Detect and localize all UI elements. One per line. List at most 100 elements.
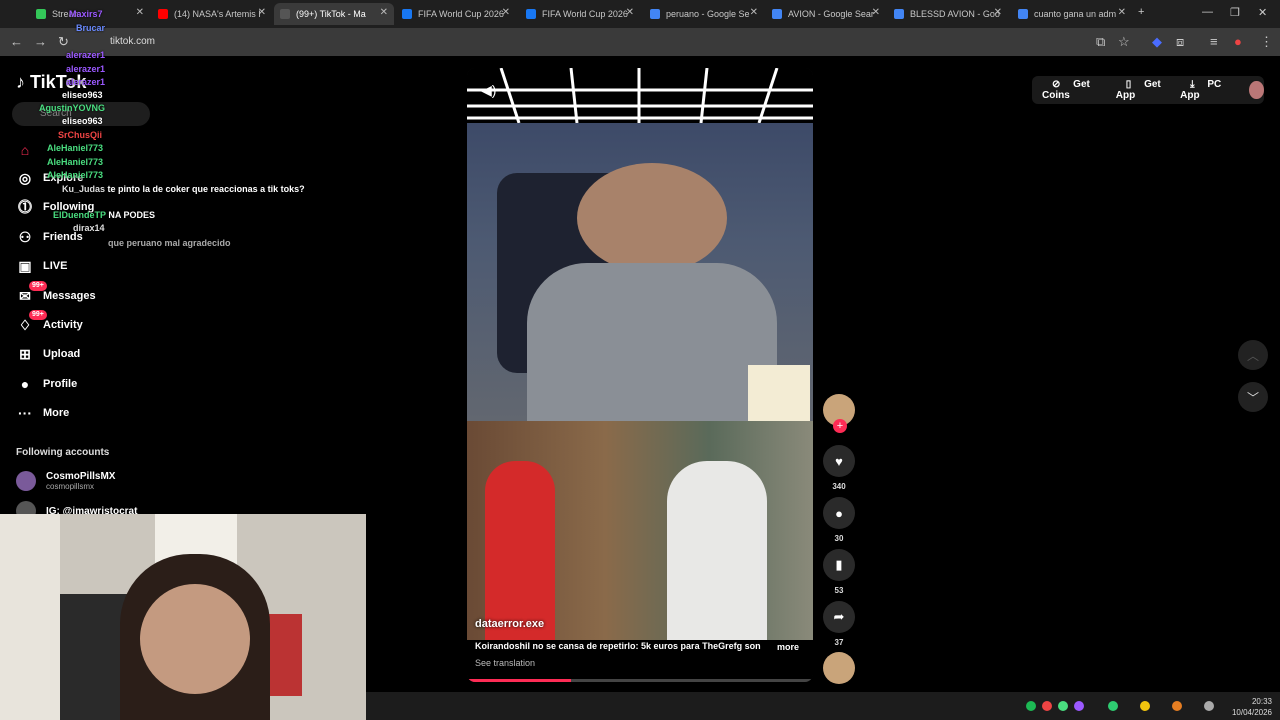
chat-username: AgustinYOVNG bbox=[39, 103, 106, 113]
sidebar-item-upload[interactable]: ⊞ Upload bbox=[16, 345, 80, 363]
reload-icon[interactable]: ↻ bbox=[58, 34, 69, 50]
top-right-actions: ⊘ Get Coins ▯ Get App ⤓ PC App bbox=[1032, 76, 1264, 104]
chat-line: AleHaniel773 bbox=[47, 157, 103, 167]
browser-tab[interactable]: FIFA World Cup 2026 ✕ bbox=[396, 3, 516, 25]
sidebar-item-for-you[interactable]: ⌂ bbox=[16, 141, 43, 159]
tray-app-icon[interactable] bbox=[1074, 701, 1084, 711]
close-icon[interactable]: ✕ bbox=[750, 7, 758, 18]
close-icon[interactable]: ✕ bbox=[872, 7, 880, 18]
tab-favicon bbox=[894, 9, 904, 19]
chat-line: eliseo963 bbox=[62, 90, 103, 100]
like-button[interactable]: ♥ 340 bbox=[823, 445, 855, 491]
install-icon[interactable]: ⧉ bbox=[1096, 34, 1105, 50]
menu-icon[interactable]: ⋮ bbox=[1260, 34, 1273, 50]
avatar[interactable]: ● bbox=[1234, 34, 1242, 49]
following-icon: ⓵ bbox=[18, 199, 32, 215]
follow-plus-icon[interactable]: + bbox=[833, 419, 847, 433]
close-icon[interactable]: ✕ bbox=[258, 7, 266, 18]
avatar-sticker bbox=[748, 365, 810, 421]
close-icon[interactable]: ✕ bbox=[136, 7, 144, 18]
system-clock[interactable]: 20:33 10/04/2026 bbox=[1232, 696, 1272, 718]
tray-app-icon[interactable] bbox=[1042, 701, 1052, 711]
tab-favicon bbox=[158, 9, 168, 19]
comment-button[interactable]: ● 30 bbox=[823, 497, 855, 543]
new-tab-icon[interactable]: + bbox=[1138, 6, 1144, 18]
sidebar-item-messages[interactable]: ✉ 99+ Messages bbox=[16, 281, 96, 305]
get-coins-button[interactable]: ⊘ Get Coins bbox=[1042, 79, 1106, 101]
pc-app-button[interactable]: ⤓ PC App bbox=[1180, 79, 1231, 101]
sidebar-item-more[interactable]: ··· More bbox=[16, 404, 69, 422]
music-disc[interactable] bbox=[823, 652, 855, 684]
chat-username: alerazer1 bbox=[66, 77, 106, 87]
get-app-button[interactable]: ▯ Get App bbox=[1116, 79, 1170, 101]
browser-tab[interactable]: FIFA World Cup 2026 ✕ bbox=[520, 3, 640, 25]
close-window-icon[interactable]: ✕ bbox=[1258, 6, 1267, 19]
tray-app-icon[interactable] bbox=[1140, 701, 1150, 711]
person-shirt bbox=[527, 263, 777, 423]
next-video-button[interactable]: ﹀ bbox=[1238, 382, 1268, 412]
close-icon[interactable]: ✕ bbox=[502, 7, 510, 18]
tab-title: AVION - Google Sear bbox=[788, 9, 874, 19]
caption-more-link[interactable]: more bbox=[777, 642, 799, 652]
tray-app-icon[interactable] bbox=[1172, 701, 1182, 711]
notification-badge: 99+ bbox=[29, 310, 47, 320]
heart-icon: ♥ bbox=[823, 445, 855, 477]
chat-line: ElDuendeTP NA PODES bbox=[53, 210, 155, 220]
extensions-icon[interactable]: ⧈ bbox=[1176, 34, 1184, 50]
sidebar-item-live[interactable]: ▣ LIVE bbox=[16, 257, 67, 275]
like-count: 340 bbox=[832, 482, 846, 491]
chat-line: que peruano mal agradecido bbox=[108, 238, 231, 248]
video-progress-bar[interactable] bbox=[467, 679, 813, 682]
sidebar-item-profile[interactable]: ● Profile bbox=[16, 375, 77, 393]
url-field[interactable]: tiktok.com bbox=[86, 33, 1076, 51]
back-icon[interactable]: ← bbox=[10, 34, 23, 49]
previous-video-button[interactable]: ︿ bbox=[1238, 340, 1268, 370]
browser-tab[interactable]: BLESSD AVION - Goo ✕ bbox=[888, 3, 1008, 25]
close-icon[interactable]: ✕ bbox=[1118, 7, 1126, 18]
share-button[interactable]: ➦ 37 bbox=[823, 601, 855, 647]
tab-title: BLESSD AVION - Goo bbox=[910, 9, 1000, 19]
more-icon: ··· bbox=[18, 405, 32, 421]
media-icon[interactable]: ≡ bbox=[1210, 34, 1218, 49]
person-face bbox=[577, 163, 727, 273]
chevron-down-icon: ﹀ bbox=[1246, 390, 1259, 405]
avatar[interactable] bbox=[1249, 81, 1264, 99]
chat-username: AleHaniel773 bbox=[47, 143, 104, 153]
browser-tab-active[interactable]: (99+) TikTok - Ma ✕ bbox=[274, 3, 394, 25]
video-caption: Koirandoshil no se cansa de repetirlo: 5… bbox=[475, 641, 761, 651]
close-icon[interactable]: ✕ bbox=[626, 7, 634, 18]
close-icon[interactable]: ✕ bbox=[994, 7, 1002, 18]
video-player[interactable]: ◀) ··· dataerror.exe Koirandoshil no se … bbox=[467, 68, 813, 682]
chat-message: NA PODES bbox=[108, 210, 156, 220]
compass-icon: ◎ bbox=[18, 169, 32, 186]
clock-time: 20:33 bbox=[1251, 697, 1272, 706]
tab-favicon bbox=[36, 9, 46, 19]
browser-tab[interactable]: peruano - Google Se ✕ bbox=[644, 3, 764, 25]
more-options-icon[interactable]: ··· bbox=[783, 80, 797, 96]
forward-icon[interactable]: → bbox=[34, 34, 47, 49]
maximize-icon[interactable]: ❐ bbox=[1230, 6, 1240, 19]
sidebar-item-label: Messages bbox=[43, 290, 96, 302]
sidebar-item-activity[interactable]: ♢ 99+ Activity bbox=[16, 310, 83, 334]
see-translation-link[interactable]: See translation bbox=[475, 658, 535, 668]
video-author[interactable]: dataerror.exe bbox=[475, 618, 544, 630]
tab-title: FIFA World Cup 2026 bbox=[542, 9, 628, 19]
volume-icon[interactable]: ◀) bbox=[481, 82, 496, 99]
creator-avatar[interactable]: + bbox=[823, 394, 855, 433]
chat-line: AleHaniel773 bbox=[47, 170, 103, 180]
spotify-icon[interactable] bbox=[1026, 701, 1036, 711]
browser-tab[interactable]: AVION - Google Sear ✕ bbox=[766, 3, 886, 25]
star-icon[interactable]: ☆ bbox=[1118, 34, 1130, 50]
minimize-icon[interactable]: — bbox=[1202, 6, 1213, 18]
close-icon[interactable]: ✕ bbox=[380, 7, 388, 18]
extension-icon[interactable]: ◆ bbox=[1152, 34, 1162, 50]
tray-app-icon[interactable] bbox=[1108, 701, 1118, 711]
chat-line: eliseo963 bbox=[62, 116, 103, 126]
bookmark-button[interactable]: ▮ 53 bbox=[823, 549, 855, 595]
volume-icon[interactable] bbox=[1204, 701, 1214, 711]
browser-tab[interactable]: (14) NASA's Artemis I ✕ bbox=[152, 3, 272, 25]
tray-app-icon[interactable] bbox=[1058, 701, 1068, 711]
browser-tab[interactable]: cuanto gana un adm ✕ bbox=[1012, 3, 1132, 25]
following-account[interactable]: CosmoPillsMX cosmopillsmx bbox=[16, 471, 115, 491]
chat-username: eliseo963 bbox=[62, 116, 103, 126]
